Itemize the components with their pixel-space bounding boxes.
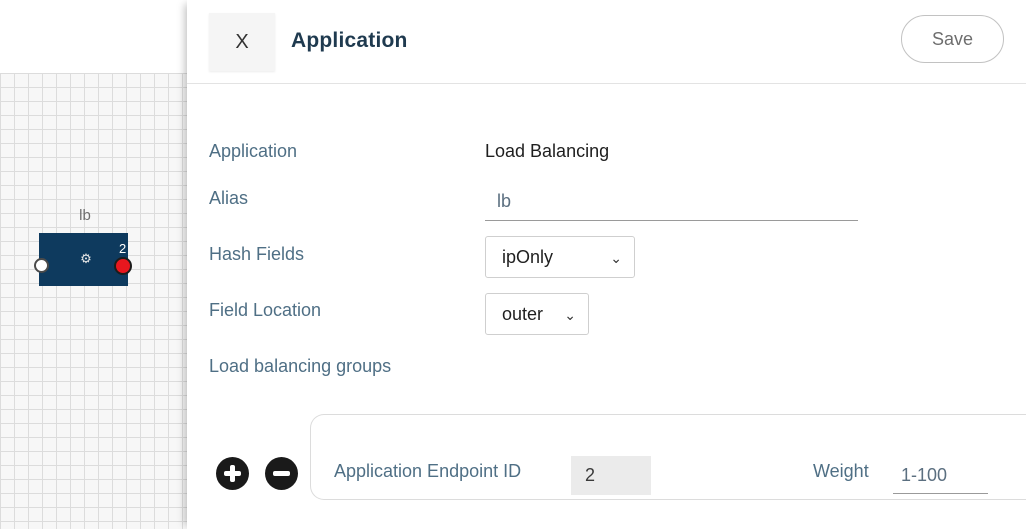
node-label: lb bbox=[79, 207, 91, 224]
alias-label: Alias bbox=[209, 188, 249, 208]
canvas-grid bbox=[0, 73, 187, 529]
application-label: Application bbox=[209, 141, 298, 161]
chevron-down-icon: ⌄ bbox=[564, 307, 576, 323]
plus-circle-icon[interactable] bbox=[216, 457, 249, 490]
minus-circle-icon[interactable] bbox=[265, 457, 298, 490]
field-location-selected-value: outer bbox=[502, 303, 544, 324]
weight-input[interactable] bbox=[893, 458, 988, 494]
node-output-port[interactable] bbox=[114, 257, 132, 275]
chevron-down-icon: ⌄ bbox=[610, 250, 622, 266]
field-location-label: Field Location bbox=[209, 300, 322, 320]
gear-icon[interactable]: ⚙ bbox=[79, 252, 93, 266]
application-value: Load Balancing bbox=[485, 141, 610, 161]
topology-canvas[interactable]: lb ⚙ 2 bbox=[0, 0, 187, 529]
node-input-port[interactable] bbox=[34, 258, 49, 273]
close-button[interactable]: X bbox=[209, 13, 275, 71]
alias-input[interactable] bbox=[485, 183, 858, 221]
save-button[interactable]: Save bbox=[901, 15, 1004, 63]
load-balancing-groups-label: Load balancing groups bbox=[209, 356, 392, 376]
panel-header: X Application Save bbox=[187, 0, 1026, 84]
node-count: 2 bbox=[119, 241, 127, 256]
endpoint-id-label: Application Endpoint ID bbox=[334, 461, 522, 481]
panel-title: Application bbox=[291, 29, 408, 52]
weight-label: Weight bbox=[813, 461, 869, 481]
endpoint-id-input[interactable] bbox=[571, 456, 651, 495]
application-node[interactable]: ⚙ 2 bbox=[34, 233, 132, 286]
hash-fields-select[interactable]: ipOnly ⌄ bbox=[485, 236, 635, 278]
hash-fields-label: Hash Fields bbox=[209, 244, 305, 264]
field-location-select[interactable]: outer ⌄ bbox=[485, 293, 589, 335]
hash-fields-selected-value: ipOnly bbox=[502, 246, 554, 267]
application-panel: X Application Save Application Load Bala… bbox=[187, 0, 1026, 529]
